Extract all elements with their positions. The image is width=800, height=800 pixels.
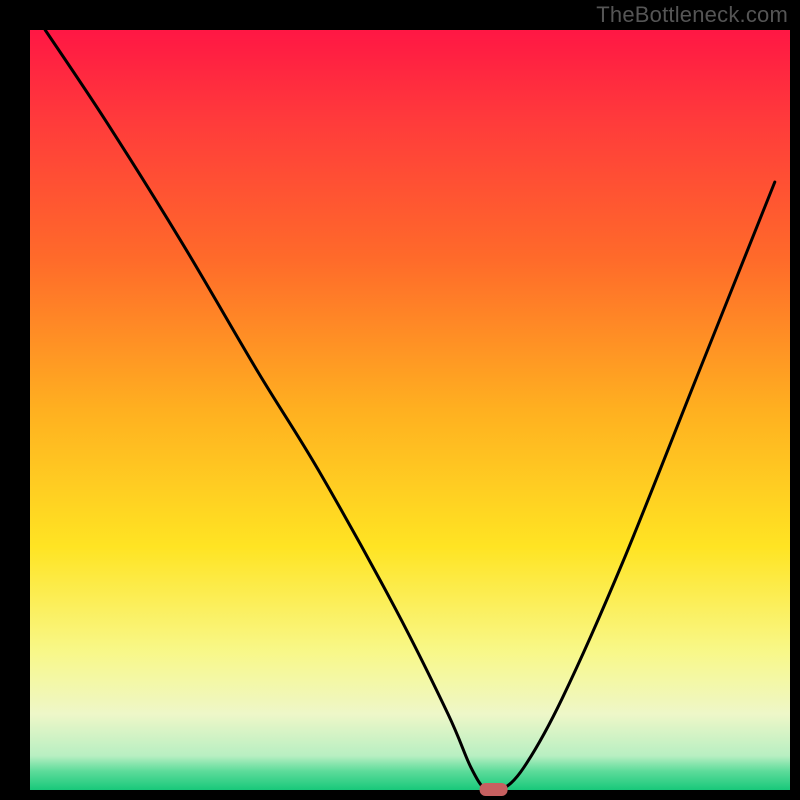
- optimal-marker: [480, 783, 508, 796]
- bottleneck-chart: [0, 0, 800, 800]
- plot-area: [30, 30, 790, 790]
- watermark-text: TheBottleneck.com: [596, 2, 788, 28]
- chart-frame: TheBottleneck.com: [0, 0, 800, 800]
